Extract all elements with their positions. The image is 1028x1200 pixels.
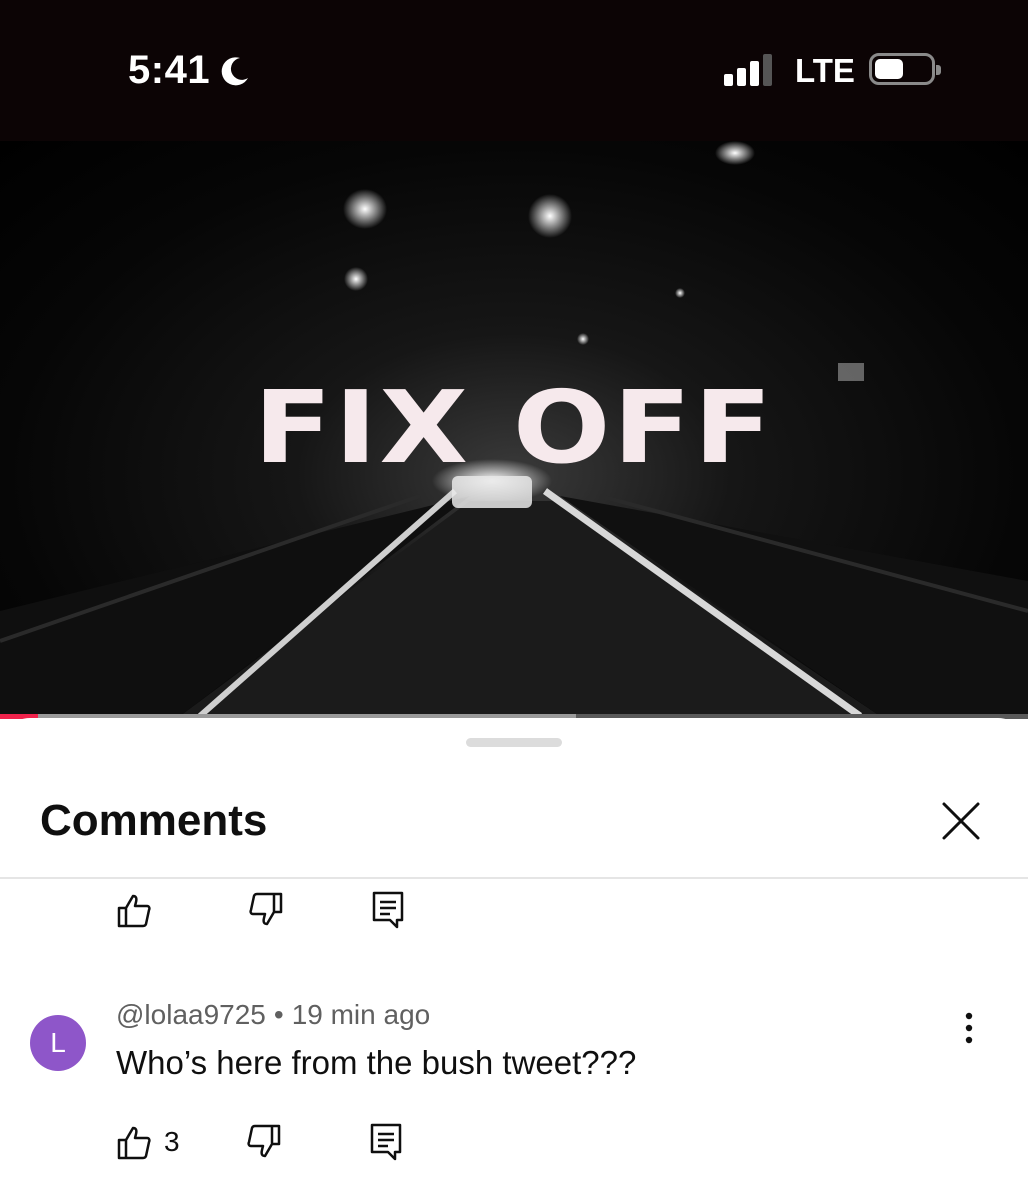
dislike-button[interactable] xyxy=(246,1122,282,1162)
drag-handle[interactable] xyxy=(466,738,562,747)
reply-icon xyxy=(370,1123,401,1161)
battery-icon xyxy=(869,53,941,85)
comment-actions: 3 xyxy=(116,1122,404,1162)
moon-icon xyxy=(221,56,249,85)
avatar-letter: L xyxy=(50,1027,66,1058)
divider xyxy=(0,877,1028,879)
comment-text: Who’s here from the bush tweet??? xyxy=(116,1044,637,1081)
separator-dot: • xyxy=(273,999,284,1030)
comment-meta: @lolaa9725 • 19 min ago xyxy=(116,999,430,1031)
video-player[interactable]: FIX OFF xyxy=(0,141,1028,716)
thumbs-up-icon xyxy=(117,1126,151,1160)
comments-title: Comments xyxy=(40,796,268,845)
comment-time: 19 min ago xyxy=(291,999,431,1030)
reply-icon xyxy=(372,891,404,929)
clock: 5:41 xyxy=(128,48,252,93)
reply-button[interactable] xyxy=(368,1122,404,1162)
comment-actions xyxy=(116,890,406,930)
clock-time: 5:41 xyxy=(128,48,211,92)
dislike-button[interactable] xyxy=(248,890,284,930)
video-title-overlay: FIX OFF xyxy=(253,369,775,486)
comment-author[interactable]: @lolaa9725 xyxy=(116,999,266,1030)
reply-button[interactable] xyxy=(370,890,406,930)
status-bar: 5:41 LTE xyxy=(0,0,1028,141)
close-icon[interactable] xyxy=(938,798,984,844)
like-button[interactable] xyxy=(116,890,152,930)
network-type: LTE xyxy=(795,52,855,89)
like-button[interactable] xyxy=(116,1122,152,1162)
more-options-icon[interactable] xyxy=(954,1008,984,1048)
avatar[interactable]: L xyxy=(30,1015,86,1071)
thumbs-down-icon xyxy=(249,892,283,926)
comments-sheet: Comments L @lolaa9725 • 19 min ago Who’s h… xyxy=(0,718,1028,1200)
thumbs-up-icon xyxy=(117,894,151,928)
like-count: 3 xyxy=(164,1126,180,1157)
thumbs-down-icon xyxy=(246,1124,280,1158)
cellular-signal-icon xyxy=(724,54,772,86)
